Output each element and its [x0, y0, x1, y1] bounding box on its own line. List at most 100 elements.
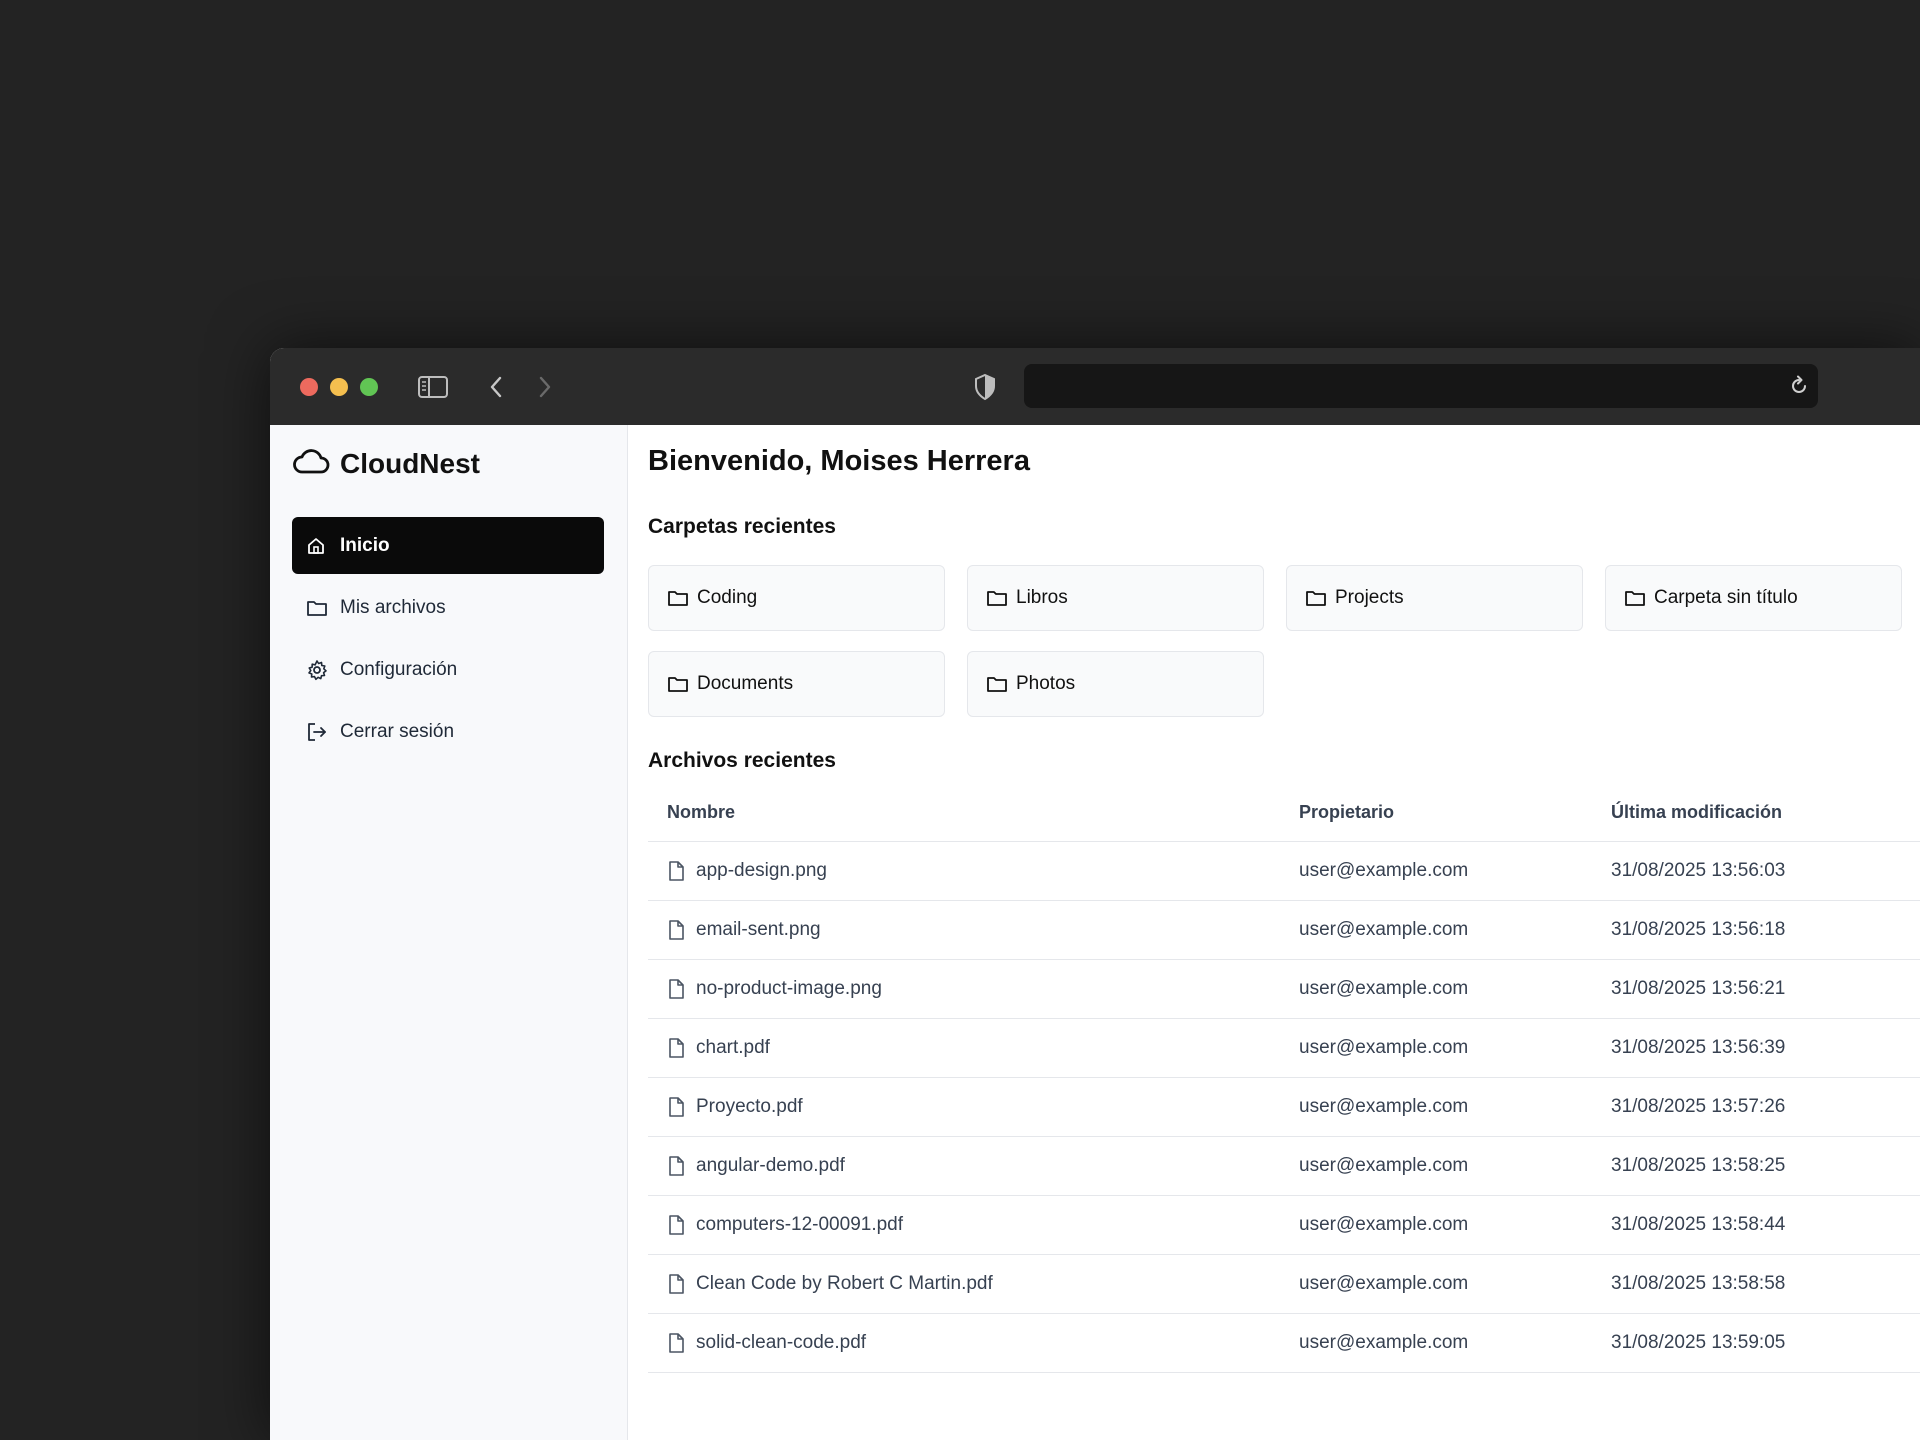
file-icon: [667, 1037, 687, 1059]
file-owner: user@example.com: [1299, 1155, 1469, 1176]
sidebar-item-label: Mis archivos: [340, 596, 446, 618]
file-owner: user@example.com: [1299, 1037, 1469, 1058]
forward-arrow-icon[interactable]: [528, 370, 562, 404]
file-owner: user@example.com: [1299, 1332, 1469, 1353]
file-modified: 31/08/2025 13:58:44: [1611, 1214, 1786, 1235]
file-icon: [667, 860, 687, 882]
sidebar: CloudNest Inicio Mis archivos Configurac…: [270, 425, 628, 1440]
folder-name: Carpeta sin título: [1654, 587, 1798, 608]
gear-icon: [306, 659, 328, 681]
sidebar-toggle-icon[interactable]: [416, 370, 450, 404]
table-row[interactable]: chart.pdf user@example.com 31/08/2025 13…: [648, 1019, 1920, 1078]
maximize-window-button[interactable]: [360, 378, 378, 396]
folder-icon: [667, 673, 689, 695]
file-name: solid-clean-code.pdf: [696, 1332, 867, 1353]
reload-icon[interactable]: [1788, 375, 1810, 397]
recent-folders-title: Carpetas recientes: [648, 515, 836, 538]
sidebar-item-label: Inicio: [340, 534, 390, 556]
app-content: CloudNest Inicio Mis archivos Configurac…: [270, 425, 1920, 1440]
folder-name: Coding: [697, 587, 758, 608]
file-icon: [667, 919, 687, 941]
back-arrow-icon[interactable]: [479, 370, 513, 404]
minimize-window-button[interactable]: [330, 378, 348, 396]
folder-card[interactable]: Projects: [1286, 565, 1583, 631]
browser-titlebar: [270, 348, 1920, 425]
folder-card[interactable]: Carpeta sin título: [1605, 565, 1902, 631]
file-name: angular-demo.pdf: [696, 1155, 845, 1176]
folder-name: Photos: [1016, 673, 1076, 694]
home-icon: [306, 535, 328, 557]
file-icon: [667, 978, 687, 1000]
folder-card[interactable]: Photos: [967, 651, 1264, 717]
folder-icon: [986, 673, 1008, 695]
file-modified: 31/08/2025 13:58:25: [1611, 1155, 1786, 1176]
file-owner: user@example.com: [1299, 1214, 1469, 1235]
file-modified: 31/08/2025 13:56:21: [1611, 978, 1786, 999]
folder-card[interactable]: Documents: [648, 651, 945, 717]
file-modified: 31/08/2025 13:59:05: [1611, 1332, 1786, 1353]
file-name: Proyecto.pdf: [696, 1096, 803, 1117]
sidebar-nav: Inicio Mis archivos Configuración Cerrar…: [292, 517, 604, 765]
table-row[interactable]: computers-12-00091.pdf user@example.com …: [648, 1196, 1920, 1255]
folder-icon: [1305, 587, 1327, 609]
brand-name: CloudNest: [340, 447, 480, 479]
file-owner: user@example.com: [1299, 1273, 1469, 1294]
file-icon: [667, 1273, 687, 1295]
file-modified: 31/08/2025 13:56:39: [1611, 1037, 1786, 1058]
column-header-owner[interactable]: Propietario: [1299, 783, 1394, 841]
brand-logo[interactable]: CloudNest: [292, 447, 480, 480]
file-owner: user@example.com: [1299, 1096, 1469, 1117]
file-owner: user@example.com: [1299, 978, 1469, 999]
table-row[interactable]: Proyecto.pdf user@example.com 31/08/2025…: [648, 1078, 1920, 1137]
file-icon: [667, 1214, 687, 1236]
column-header-name[interactable]: Nombre: [667, 783, 735, 841]
sidebar-item-configuracion[interactable]: Configuración: [292, 641, 604, 698]
file-name: app-design.png: [696, 860, 827, 881]
file-modified: 31/08/2025 13:56:03: [1611, 860, 1786, 881]
folder-icon: [306, 597, 328, 619]
sidebar-item-label: Configuración: [340, 658, 458, 680]
file-name: email-sent.png: [696, 919, 821, 940]
sidebar-item-label: Cerrar sesión: [340, 720, 455, 742]
file-name: Clean Code by Robert C Martin.pdf: [696, 1273, 993, 1294]
folder-name: Libros: [1016, 587, 1068, 608]
sidebar-item-cerrar-sesion[interactable]: Cerrar sesión: [292, 703, 604, 760]
cloud-icon: [292, 447, 330, 480]
file-icon: [667, 1332, 687, 1354]
main-panel: Bienvenido, Moises Herrera Carpetas reci…: [648, 425, 1920, 1440]
file-name: computers-12-00091.pdf: [696, 1214, 904, 1235]
folder-card[interactable]: Coding: [648, 565, 945, 631]
page-title: Bienvenido, Moises Herrera: [648, 445, 1030, 477]
table-row[interactable]: angular-demo.pdf user@example.com 31/08/…: [648, 1137, 1920, 1196]
folder-name: Documents: [697, 673, 794, 694]
file-icon: [667, 1155, 687, 1177]
logout-icon: [306, 721, 328, 743]
table-row[interactable]: solid-clean-code.pdf user@example.com 31…: [648, 1314, 1920, 1373]
table-row[interactable]: email-sent.png user@example.com 31/08/20…: [648, 901, 1920, 960]
file-modified: 31/08/2025 13:56:18: [1611, 919, 1786, 940]
file-modified: 31/08/2025 13:57:26: [1611, 1096, 1786, 1117]
file-owner: user@example.com: [1299, 860, 1469, 881]
sidebar-item-mis-archivos[interactable]: Mis archivos: [292, 579, 604, 636]
close-window-button[interactable]: [300, 378, 318, 396]
folder-icon: [667, 587, 689, 609]
file-name: chart.pdf: [696, 1037, 770, 1058]
sidebar-item-inicio[interactable]: Inicio: [292, 517, 604, 574]
browser-window: CloudNest Inicio Mis archivos Configurac…: [270, 348, 1920, 1440]
column-header-modified[interactable]: Última modificación: [1611, 783, 1782, 841]
files-table: Nombre Propietario Última modificación a…: [648, 783, 1920, 1373]
table-row[interactable]: Clean Code by Robert C Martin.pdf user@e…: [648, 1255, 1920, 1314]
file-icon: [667, 1096, 687, 1118]
file-name: no-product-image.png: [696, 978, 882, 999]
table-row[interactable]: no-product-image.png user@example.com 31…: [648, 960, 1920, 1019]
file-modified: 31/08/2025 13:58:58: [1611, 1273, 1786, 1294]
folder-card[interactable]: Libros: [967, 565, 1264, 631]
address-bar[interactable]: [1024, 364, 1818, 408]
folder-name: Projects: [1335, 587, 1404, 608]
file-owner: user@example.com: [1299, 919, 1469, 940]
table-row[interactable]: app-design.png user@example.com 31/08/20…: [648, 842, 1920, 901]
folder-icon: [986, 587, 1008, 609]
shield-icon[interactable]: [968, 370, 1002, 404]
recent-files-title: Archivos recientes: [648, 749, 836, 772]
table-header: Nombre Propietario Última modificación: [648, 783, 1920, 842]
